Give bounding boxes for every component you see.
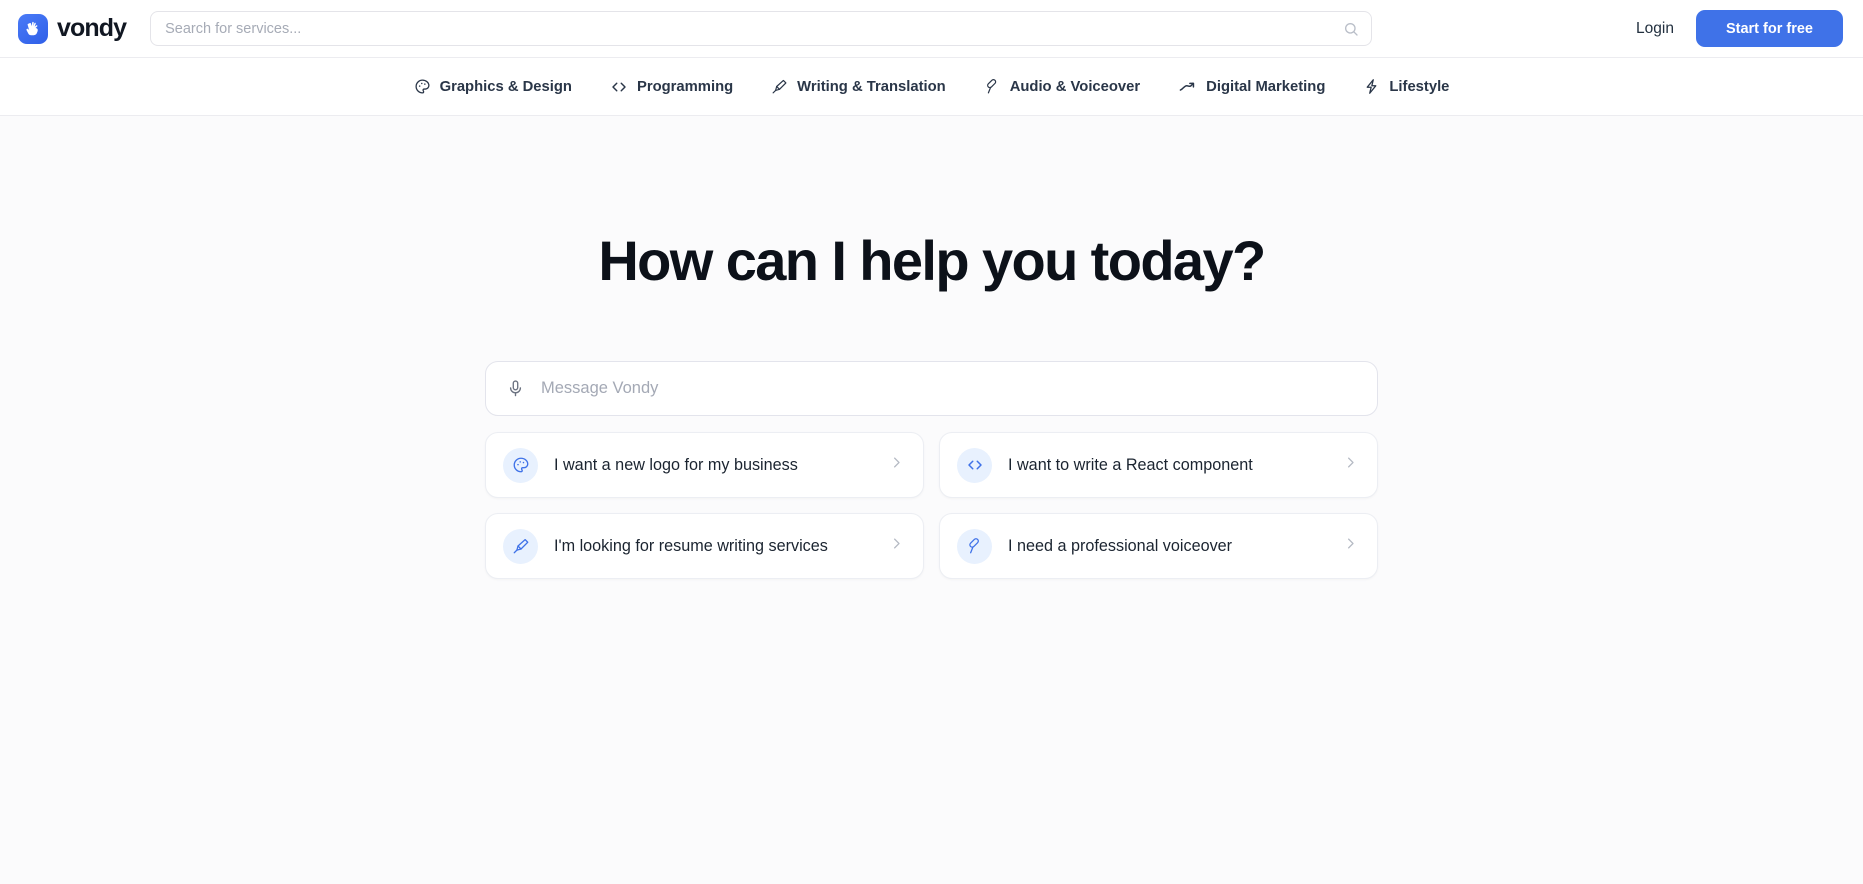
pen-nib-icon bbox=[503, 528, 538, 564]
message-composer[interactable] bbox=[485, 361, 1378, 416]
suggestion-card-voiceover[interactable]: I need a professional voiceover bbox=[939, 513, 1378, 579]
nav-item-audio-voiceover[interactable]: Audio & Voiceover bbox=[984, 78, 1140, 95]
suggestion-label: I'm looking for resume writing services bbox=[554, 536, 828, 555]
suggestion-card-logo[interactable]: I want a new logo for my business bbox=[485, 432, 924, 498]
search-input[interactable] bbox=[150, 11, 1373, 46]
nav-item-label: Audio & Voiceover bbox=[1009, 78, 1141, 95]
header-actions: Login Start for free bbox=[1636, 10, 1849, 47]
palette-icon bbox=[503, 447, 538, 483]
nav-item-label: Digital Marketing bbox=[1206, 78, 1326, 95]
suggestion-label: I want a new logo for my business bbox=[554, 455, 798, 474]
microphone-icon bbox=[957, 528, 992, 564]
nav-item-graphics-design[interactable]: Graphics & Design bbox=[414, 78, 572, 95]
brand-name: vondy bbox=[57, 14, 127, 42]
chevron-right-icon bbox=[1343, 536, 1358, 556]
nav-item-writing-translation[interactable]: Writing & Translation bbox=[771, 78, 946, 95]
code-brackets-icon bbox=[610, 78, 628, 96]
nav-item-label: Graphics & Design bbox=[439, 78, 572, 95]
suggestion-label: I need a professional voiceover bbox=[1008, 536, 1233, 555]
palette-icon bbox=[414, 78, 431, 95]
nav-item-label: Writing & Translation bbox=[797, 78, 946, 95]
nav-item-digital-marketing[interactable]: Digital Marketing bbox=[1178, 77, 1325, 96]
chevron-right-icon bbox=[889, 455, 904, 475]
brand-logo[interactable]: vondy bbox=[14, 13, 127, 44]
global-search[interactable] bbox=[150, 11, 1373, 46]
lightning-bolt-icon bbox=[1363, 78, 1380, 95]
login-button[interactable]: Login bbox=[1636, 20, 1674, 38]
nav-item-label: Lifestyle bbox=[1389, 78, 1450, 95]
trending-up-icon bbox=[1178, 77, 1197, 96]
message-input[interactable] bbox=[541, 362, 1357, 415]
main-content: How can I help you today? I want a new l… bbox=[0, 116, 1863, 883]
nav-item-label: Programming bbox=[636, 78, 734, 95]
category-nav: Graphics & Design Programming Writing & … bbox=[0, 58, 1863, 116]
suggestion-grid: I want a new logo for my business I want… bbox=[485, 432, 1378, 579]
nav-item-lifestyle[interactable]: Lifestyle bbox=[1363, 78, 1449, 95]
shaka-hand-icon bbox=[18, 13, 48, 44]
microphone-icon bbox=[984, 78, 1001, 95]
page-title: How can I help you today? bbox=[598, 229, 1266, 292]
suggestion-label: I want to write a React component bbox=[1008, 455, 1253, 474]
microphone-icon[interactable] bbox=[506, 379, 525, 398]
suggestion-card-react[interactable]: I want to write a React component bbox=[939, 432, 1378, 498]
chevron-right-icon bbox=[889, 536, 904, 556]
start-for-free-button[interactable]: Start for free bbox=[1695, 10, 1843, 47]
code-brackets-icon bbox=[957, 447, 992, 483]
chevron-right-icon bbox=[1343, 455, 1358, 475]
top-header: vondy Login Start for free bbox=[0, 0, 1863, 58]
nav-item-programming[interactable]: Programming bbox=[610, 78, 733, 96]
suggestion-card-resume[interactable]: I'm looking for resume writing services bbox=[485, 513, 924, 579]
pen-nib-icon bbox=[771, 78, 788, 95]
